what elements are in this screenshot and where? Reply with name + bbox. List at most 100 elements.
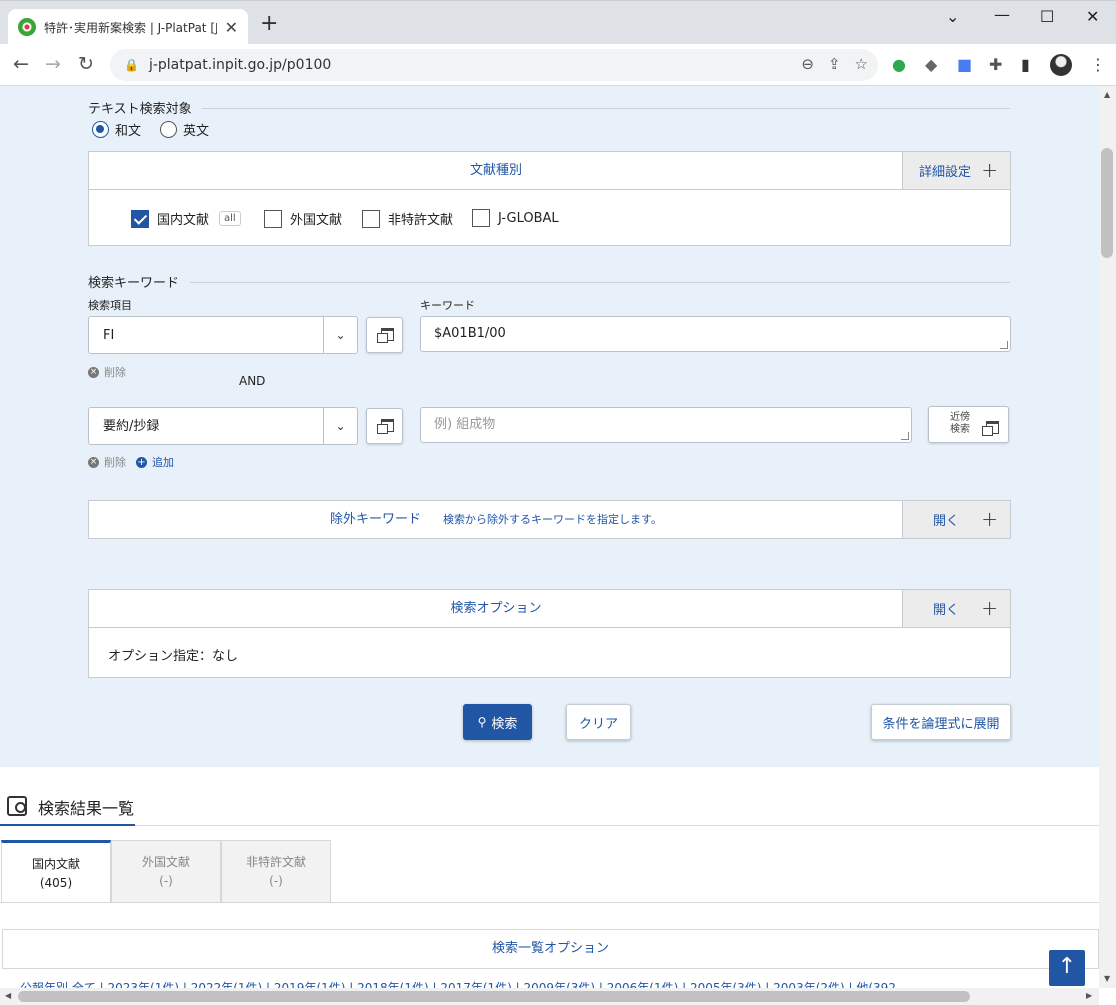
exclude-keyword-panel: 除外キーワード 検索から除外するキーワードを指定します。 開く + xyxy=(88,500,1011,539)
delete-row-1[interactable]: × 削除 xyxy=(88,364,126,380)
add-row-button[interactable]: + 追加 xyxy=(136,454,174,470)
tab-title: 特許･実用新案検索 | J-PlatPat [JPP] xyxy=(44,20,217,35)
tab-label: 外国文献 xyxy=(141,855,190,869)
all-badge[interactable]: all xyxy=(219,211,241,226)
back-arrow-icon[interactable]: ← xyxy=(13,53,29,75)
extensions-puzzle-icon[interactable]: ✚ xyxy=(989,55,1002,74)
delete-label: 削除 xyxy=(104,456,126,469)
new-tab-button[interactable]: + xyxy=(260,13,278,35)
maximize-window-icon[interactable]: ☐ xyxy=(1040,7,1054,26)
translate-extension-icon[interactable]: ■ xyxy=(957,55,972,74)
doc-type-title: 文献種別 xyxy=(469,163,522,178)
checkbox-label: J-GLOBAL xyxy=(498,210,559,226)
minimize-window-icon[interactable]: — xyxy=(994,5,1010,24)
search-button[interactable]: ⚲ 検索 xyxy=(463,704,532,740)
year-filter-strip[interactable]: 公報年別 全て | 2023年(1件) | 2022年(1件) | 2019年(… xyxy=(20,979,1080,988)
chevron-down-icon[interactable]: ⌄ xyxy=(323,408,357,444)
checkbox-jglobal[interactable]: J-GLOBAL xyxy=(472,209,559,227)
radio-english[interactable]: 英文 xyxy=(160,120,209,139)
scroll-up-arrow-icon[interactable]: ▲ xyxy=(1104,90,1110,99)
section-divider xyxy=(190,282,1010,283)
checkbox-non-patent[interactable]: 非特許文献 xyxy=(362,209,453,228)
results-options-bar[interactable]: 検索一覧オプション xyxy=(2,929,1099,969)
keyword-input-2[interactable]: 例) 組成物 xyxy=(420,407,912,443)
lock-icon[interactable]: 🔒 xyxy=(124,58,139,72)
bookmark-star-icon[interactable]: ☆ xyxy=(855,55,868,73)
exclude-open-button[interactable]: 開く + xyxy=(902,501,1010,538)
search-options-header[interactable]: 検索オプション 開く + xyxy=(89,590,1010,628)
plus-icon: + xyxy=(981,507,998,531)
options-open-button[interactable]: 開く + xyxy=(902,590,1010,627)
checkbox-icon[interactable] xyxy=(264,209,282,228)
search-item-select-2[interactable]: 要約/抄録 ⌄ xyxy=(88,407,358,445)
options-summary: オプション指定：なし xyxy=(108,649,239,664)
checkbox-domestic[interactable]: 国内文献 all xyxy=(131,209,241,228)
checkbox-label: 非特許文献 xyxy=(388,213,454,228)
tab-count: (405) xyxy=(39,876,73,890)
evernote-extension-icon[interactable]: ● xyxy=(892,55,906,74)
radio-label: 英文 xyxy=(183,124,210,139)
zoom-icon[interactable]: ⊖ xyxy=(801,55,814,73)
tab-count: (-) xyxy=(159,874,173,888)
tab-non-patent[interactable]: 非特許文献 (-) xyxy=(221,840,331,903)
radio-dot-icon[interactable] xyxy=(160,121,177,138)
close-window-icon[interactable]: ✕ xyxy=(1086,7,1099,26)
select-value: 要約/抄録 xyxy=(103,419,160,434)
detail-settings-button[interactable]: 詳細設定 + xyxy=(902,152,1010,189)
share-icon[interactable]: ⇪ xyxy=(828,55,841,73)
field-picker-button-2[interactable] xyxy=(366,408,403,444)
chevron-down-icon[interactable]: ⌄ xyxy=(323,317,357,353)
scroll-left-arrow-icon[interactable]: ◀ xyxy=(5,991,11,1000)
tab-label: 非特許文献 xyxy=(245,855,306,869)
clear-button[interactable]: クリア xyxy=(566,704,631,740)
window-popup-icon xyxy=(377,419,394,434)
site-favicon-icon xyxy=(18,18,36,36)
tab-search-icon[interactable]: ⌄ xyxy=(946,7,959,26)
section-divider xyxy=(202,108,1010,109)
plus-icon: + xyxy=(981,596,998,620)
menu-kebab-icon[interactable]: ⋮ xyxy=(1090,55,1106,74)
delete-row-2[interactable]: × 削除 xyxy=(88,454,126,470)
scroll-to-top-button[interactable]: ↑ xyxy=(1049,950,1085,986)
proximity-label: 近傍 検索 xyxy=(950,412,970,435)
field-picker-button-1[interactable] xyxy=(366,317,403,353)
scroll-right-arrow-icon[interactable]: ▶ xyxy=(1086,991,1092,1000)
tab-domestic[interactable]: 国内文献 (405) xyxy=(1,840,111,903)
horizontal-scroll-thumb[interactable] xyxy=(18,991,970,1002)
proximity-search-button[interactable]: 近傍 検索 xyxy=(928,406,1009,443)
keyword-section-label: 検索キーワード xyxy=(88,276,180,291)
scroll-down-arrow-icon[interactable]: ▼ xyxy=(1104,974,1110,983)
expand-to-expression-button[interactable]: 条件を論理式に展開 xyxy=(871,704,1011,740)
url-text[interactable]: j-platpat.inpit.go.jp/p0100 xyxy=(149,57,331,73)
exclude-keyword-header[interactable]: 除外キーワード 検索から除外するキーワードを指定します。 開く + xyxy=(89,501,1010,539)
reload-icon[interactable]: ↻ xyxy=(78,53,94,75)
dropbox-extension-icon[interactable]: ◆ xyxy=(925,55,937,74)
forward-arrow-icon[interactable]: → xyxy=(45,53,61,75)
window-popup-icon xyxy=(982,421,999,436)
tab-foreign[interactable]: 外国文献 (-) xyxy=(111,840,221,903)
search-options-panel: 検索オプション 開く + オプション指定：なし xyxy=(88,589,1011,678)
profile-avatar[interactable] xyxy=(1050,54,1072,76)
checkbox-icon[interactable] xyxy=(362,209,380,228)
close-tab-icon[interactable]: ✕ xyxy=(225,18,238,37)
search-item-label: 検索項目 xyxy=(88,299,132,312)
radio-dot-icon[interactable] xyxy=(92,121,109,138)
detail-settings-label: 詳細設定 xyxy=(919,165,972,180)
keyword-input-1[interactable]: $A01B1/00 xyxy=(420,316,1011,352)
address-bar[interactable]: 🔒 j-platpat.inpit.go.jp/p0100 ⊖ ⇪ ☆ xyxy=(110,49,878,81)
search-form-area: テキスト検索対象 和文 英文 文献種別 詳細設定 + 国内文献 all 外国文献… xyxy=(0,86,1099,767)
remove-circle-icon: × xyxy=(88,366,99,378)
browser-tab[interactable]: 特許･実用新案検索 | J-PlatPat [JPP] ✕ xyxy=(8,9,248,45)
open-label: 開く xyxy=(933,514,960,529)
results-title: 検索結果一覧 xyxy=(38,799,135,818)
side-panel-icon[interactable]: ▮ xyxy=(1021,55,1030,74)
search-item-select-1[interactable]: FI ⌄ xyxy=(88,316,358,354)
browser-tab-strip: 特許･実用新案検索 | J-PlatPat [JPP] ✕ + ⌄ — ☐ ✕ xyxy=(0,0,1116,45)
checkbox-foreign[interactable]: 外国文献 xyxy=(264,209,342,228)
operator-label: AND xyxy=(239,374,266,388)
radio-japanese[interactable]: 和文 xyxy=(92,120,141,139)
vertical-scroll-thumb[interactable] xyxy=(1101,148,1113,258)
checkbox-checked-icon[interactable] xyxy=(131,209,149,228)
checkbox-icon[interactable] xyxy=(472,209,490,227)
exclude-keyword-title: 除外キーワード xyxy=(330,512,422,527)
